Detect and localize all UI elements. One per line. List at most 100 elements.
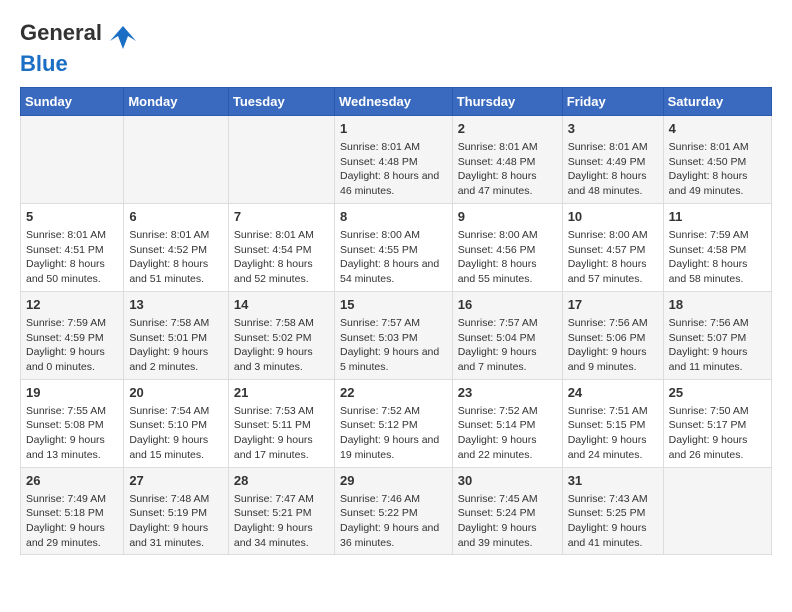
day-number: 3: [568, 120, 658, 138]
day-cell: 16 Sunrise: 7:57 AM Sunset: 5:04 PM Dayli…: [452, 291, 562, 379]
day-number: 21: [234, 384, 329, 402]
day-number: 22: [340, 384, 447, 402]
header-sunday: Sunday: [21, 87, 124, 115]
day-info: Sunrise: 7:54 AM Sunset: 5:10 PM Dayligh…: [129, 404, 223, 463]
day-cell: [21, 115, 124, 203]
day-info: Sunrise: 7:52 AM Sunset: 5:12 PM Dayligh…: [340, 404, 447, 463]
week-row-4: 19 Sunrise: 7:55 AM Sunset: 5:08 PM Dayli…: [21, 379, 772, 467]
day-cell: 26 Sunrise: 7:49 AM Sunset: 5:18 PM Dayli…: [21, 467, 124, 555]
day-cell: 15Sunrise: 7:57 AM Sunset: 5:03 PM Dayli…: [334, 291, 452, 379]
day-info: Sunrise: 8:00 AM Sunset: 4:56 PM Dayligh…: [458, 228, 557, 287]
day-cell: 28 Sunrise: 7:47 AM Sunset: 5:21 PM Dayli…: [228, 467, 334, 555]
day-info: Sunrise: 7:59 AM Sunset: 4:58 PM Dayligh…: [669, 228, 766, 287]
day-info: Sunrise: 8:01 AM Sunset: 4:49 PM Dayligh…: [568, 140, 658, 199]
week-row-2: 5 Sunrise: 8:01 AM Sunset: 4:51 PM Daylig…: [21, 203, 772, 291]
day-cell: [663, 467, 771, 555]
header-friday: Friday: [562, 87, 663, 115]
day-cell: 2 Sunrise: 8:01 AM Sunset: 4:48 PM Daylig…: [452, 115, 562, 203]
header-tuesday: Tuesday: [228, 87, 334, 115]
day-number: 11: [669, 208, 766, 226]
day-info: Sunrise: 7:51 AM Sunset: 5:15 PM Dayligh…: [568, 404, 658, 463]
logo-general: General: [20, 20, 138, 51]
day-number: 13: [129, 296, 223, 314]
day-cell: 4 Sunrise: 8:01 AM Sunset: 4:50 PM Daylig…: [663, 115, 771, 203]
logo-bird-icon: [108, 21, 138, 51]
day-info: Sunrise: 7:47 AM Sunset: 5:21 PM Dayligh…: [234, 492, 329, 551]
header-wednesday: Wednesday: [334, 87, 452, 115]
day-info: Sunrise: 7:48 AM Sunset: 5:19 PM Dayligh…: [129, 492, 223, 551]
day-number: 20: [129, 384, 223, 402]
day-info: Sunrise: 8:01 AM Sunset: 4:48 PM Dayligh…: [340, 140, 447, 199]
day-info: Sunrise: 8:01 AM Sunset: 4:51 PM Dayligh…: [26, 228, 118, 287]
page-header: General Blue: [20, 20, 772, 77]
day-cell: 23Sunrise: 7:52 AM Sunset: 5:14 PM Dayli…: [452, 379, 562, 467]
day-number: 31: [568, 472, 658, 490]
week-row-5: 26 Sunrise: 7:49 AM Sunset: 5:18 PM Dayli…: [21, 467, 772, 555]
day-number: 25: [669, 384, 766, 402]
day-cell: 1 Sunrise: 8:01 AM Sunset: 4:48 PM Daylig…: [334, 115, 452, 203]
day-cell: [124, 115, 229, 203]
day-number: 4: [669, 120, 766, 138]
day-cell: 6 Sunrise: 8:01 AM Sunset: 4:52 PM Daylig…: [124, 203, 229, 291]
day-cell: 22 Sunrise: 7:52 AM Sunset: 5:12 PM Dayli…: [334, 379, 452, 467]
logo: General Blue: [20, 20, 138, 77]
day-number: 1: [340, 120, 447, 138]
day-info: Sunrise: 8:00 AM Sunset: 4:57 PM Dayligh…: [568, 228, 658, 287]
day-number: 23: [458, 384, 557, 402]
day-cell: 20 Sunrise: 7:54 AM Sunset: 5:10 PM Dayli…: [124, 379, 229, 467]
day-info: Sunrise: 7:59 AM Sunset: 4:59 PM Dayligh…: [26, 316, 118, 375]
day-cell: 24 Sunrise: 7:51 AM Sunset: 5:15 PM Dayli…: [562, 379, 663, 467]
day-cell: 9Sunrise: 8:00 AM Sunset: 4:56 PM Daylig…: [452, 203, 562, 291]
header-row: SundayMondayTuesdayWednesdayThursdayFrid…: [21, 87, 772, 115]
day-cell: 10Sunrise: 8:00 AM Sunset: 4:57 PM Dayli…: [562, 203, 663, 291]
header-monday: Monday: [124, 87, 229, 115]
day-cell: 11 Sunrise: 7:59 AM Sunset: 4:58 PM Dayli…: [663, 203, 771, 291]
day-info: Sunrise: 8:01 AM Sunset: 4:52 PM Dayligh…: [129, 228, 223, 287]
day-cell: [228, 115, 334, 203]
day-number: 24: [568, 384, 658, 402]
day-number: 7: [234, 208, 329, 226]
day-number: 17: [568, 296, 658, 314]
day-cell: 13Sunrise: 7:58 AM Sunset: 5:01 PM Dayli…: [124, 291, 229, 379]
day-cell: 12 Sunrise: 7:59 AM Sunset: 4:59 PM Dayli…: [21, 291, 124, 379]
day-cell: 7Sunrise: 8:01 AM Sunset: 4:54 PM Daylig…: [228, 203, 334, 291]
day-cell: 21 Sunrise: 7:53 AM Sunset: 5:11 PM Dayli…: [228, 379, 334, 467]
day-info: Sunrise: 7:53 AM Sunset: 5:11 PM Dayligh…: [234, 404, 329, 463]
day-info: Sunrise: 8:01 AM Sunset: 4:50 PM Dayligh…: [669, 140, 766, 199]
day-cell: 14Sunrise: 7:58 AM Sunset: 5:02 PM Dayli…: [228, 291, 334, 379]
day-number: 6: [129, 208, 223, 226]
day-info: Sunrise: 7:49 AM Sunset: 5:18 PM Dayligh…: [26, 492, 118, 551]
day-cell: 8 Sunrise: 8:00 AM Sunset: 4:55 PM Daylig…: [334, 203, 452, 291]
day-number: 5: [26, 208, 118, 226]
day-info: Sunrise: 7:56 AM Sunset: 5:07 PM Dayligh…: [669, 316, 766, 375]
day-number: 28: [234, 472, 329, 490]
logo-blue: Blue: [20, 51, 68, 76]
day-cell: 31 Sunrise: 7:43 AM Sunset: 5:25 PM Dayli…: [562, 467, 663, 555]
day-number: 12: [26, 296, 118, 314]
day-number: 19: [26, 384, 118, 402]
day-number: 18: [669, 296, 766, 314]
day-info: Sunrise: 8:01 AM Sunset: 4:48 PM Dayligh…: [458, 140, 557, 199]
day-cell: 17Sunrise: 7:56 AM Sunset: 5:06 PM Dayli…: [562, 291, 663, 379]
day-info: Sunrise: 7:55 AM Sunset: 5:08 PM Dayligh…: [26, 404, 118, 463]
day-info: Sunrise: 7:57 AM Sunset: 5:04 PM Dayligh…: [458, 316, 557, 375]
day-info: Sunrise: 8:00 AM Sunset: 4:55 PM Dayligh…: [340, 228, 447, 287]
day-info: Sunrise: 7:43 AM Sunset: 5:25 PM Dayligh…: [568, 492, 658, 551]
day-info: Sunrise: 7:58 AM Sunset: 5:02 PM Dayligh…: [234, 316, 329, 375]
day-number: 26: [26, 472, 118, 490]
day-number: 16: [458, 296, 557, 314]
day-cell: 5 Sunrise: 8:01 AM Sunset: 4:51 PM Daylig…: [21, 203, 124, 291]
day-cell: 18 Sunrise: 7:56 AM Sunset: 5:07 PM Dayli…: [663, 291, 771, 379]
day-info: Sunrise: 7:50 AM Sunset: 5:17 PM Dayligh…: [669, 404, 766, 463]
day-cell: 3 Sunrise: 8:01 AM Sunset: 4:49 PM Daylig…: [562, 115, 663, 203]
day-cell: 30Sunrise: 7:45 AM Sunset: 5:24 PM Dayli…: [452, 467, 562, 555]
day-cell: 29Sunrise: 7:46 AM Sunset: 5:22 PM Dayli…: [334, 467, 452, 555]
day-number: 27: [129, 472, 223, 490]
week-row-1: 1 Sunrise: 8:01 AM Sunset: 4:48 PM Daylig…: [21, 115, 772, 203]
day-number: 8: [340, 208, 447, 226]
header-saturday: Saturday: [663, 87, 771, 115]
day-number: 2: [458, 120, 557, 138]
day-info: Sunrise: 7:46 AM Sunset: 5:22 PM Dayligh…: [340, 492, 447, 551]
day-cell: 19 Sunrise: 7:55 AM Sunset: 5:08 PM Dayli…: [21, 379, 124, 467]
day-number: 15: [340, 296, 447, 314]
